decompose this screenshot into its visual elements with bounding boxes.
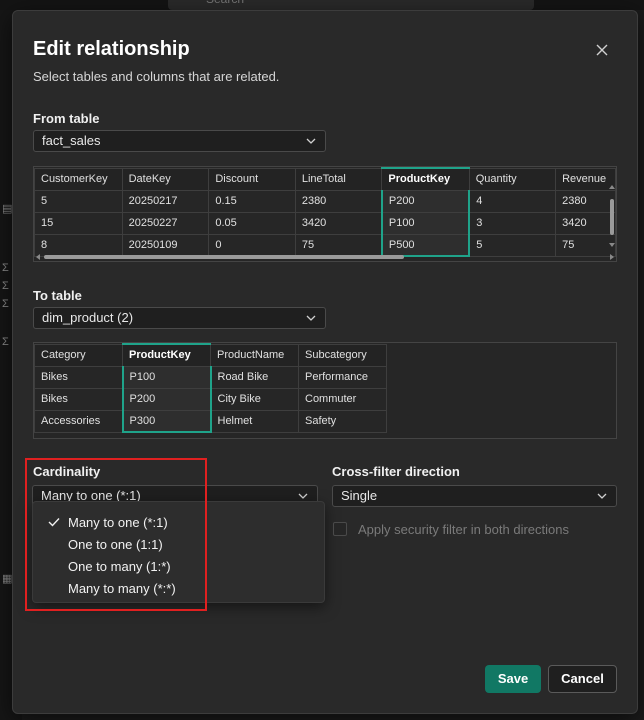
from-table-grid: CustomerKey DateKey Discount LineTotal P…	[34, 167, 616, 257]
table-icon: ▤	[2, 203, 13, 215]
table-cell: 20250227	[121, 211, 210, 235]
table-header-row: Category ProductKey ProductName Subcateg…	[34, 343, 387, 367]
table-cell: 20250217	[121, 189, 210, 213]
table-cell-selected: P100	[380, 211, 471, 235]
table-header-row: CustomerKey DateKey Discount LineTotal P…	[34, 167, 616, 191]
column-header[interactable]: Quantity	[468, 167, 557, 191]
column-header[interactable]: Subcategory	[298, 343, 387, 367]
table-cell: City Bike	[210, 387, 299, 411]
table-cell: Helmet	[210, 409, 299, 433]
security-filter-checkbox[interactable]	[333, 522, 347, 536]
column-header[interactable]: ProductName	[210, 343, 299, 367]
edit-relationship-dialog: Edit relationship Select tables and colu…	[12, 10, 638, 714]
horizontal-scrollbar[interactable]	[34, 253, 616, 261]
table-row: 5 20250217 0.15 2380 P200 4 2380	[34, 189, 616, 213]
table-row: Accessories P300 Helmet Safety	[34, 409, 387, 433]
cross-filter-value: Single	[341, 488, 378, 503]
table-cell: Performance	[298, 365, 387, 389]
column-header-selected[interactable]: ProductKey	[122, 343, 211, 367]
cardinality-option-many-to-one[interactable]: Many to one (*:1)	[68, 515, 168, 530]
from-table-preview: CustomerKey DateKey Discount LineTotal P…	[33, 166, 617, 262]
table-cell-selected: P200	[380, 189, 471, 213]
table-cell: Commuter	[298, 387, 387, 411]
table-cell: 4	[468, 189, 557, 213]
table-cell: 0.05	[208, 211, 296, 235]
sigma-icon: Σ	[2, 298, 9, 310]
cross-filter-select[interactable]: Single	[332, 485, 617, 507]
table-cell: 3420	[555, 211, 616, 235]
from-table-select[interactable]: fact_sales	[33, 130, 326, 152]
table-cell-selected: P100	[121, 365, 212, 389]
table-cell: Accessories	[34, 409, 123, 433]
close-icon[interactable]	[591, 39, 613, 61]
column-header[interactable]: Discount	[208, 167, 296, 191]
table-cell: Bikes	[34, 365, 123, 389]
column-header-selected[interactable]: ProductKey	[381, 167, 470, 191]
column-header[interactable]: Category	[34, 343, 123, 367]
app-search-box[interactable]: Search	[168, 0, 534, 10]
cardinality-option-many-to-many[interactable]: Many to many (*:*)	[68, 581, 176, 596]
cancel-button[interactable]: Cancel	[548, 665, 617, 693]
table-cell: 5	[34, 189, 123, 213]
column-header[interactable]: Revenue	[555, 167, 616, 191]
sigma-icon: Σ	[2, 336, 9, 348]
cardinality-option-one-to-one[interactable]: One to one (1:1)	[68, 537, 163, 552]
checkmark-icon	[48, 518, 60, 527]
to-table-preview: Category ProductKey ProductName Subcateg…	[33, 342, 617, 439]
table-cell: 2380	[555, 189, 616, 213]
table-row: Bikes P100 Road Bike Performance	[34, 365, 387, 389]
to-table-value: dim_product (2)	[42, 310, 134, 325]
cross-filter-label: Cross-filter direction	[332, 464, 460, 479]
table-row: Bikes P200 City Bike Commuter	[34, 387, 387, 411]
table-cell: 3420	[294, 211, 383, 235]
column-header[interactable]: DateKey	[121, 167, 210, 191]
save-button[interactable]: Save	[485, 665, 541, 693]
database-icon: ▦	[2, 573, 13, 585]
sigma-icon: Σ	[2, 262, 9, 274]
column-header[interactable]: CustomerKey	[34, 167, 123, 191]
dialog-title: Edit relationship	[33, 38, 190, 60]
table-cell-selected: P200	[121, 387, 212, 411]
to-table-label: To table	[33, 288, 82, 303]
security-filter-label: Apply security filter in both directions	[358, 522, 569, 537]
table-cell: Bikes	[34, 387, 123, 411]
vertical-scrollbar[interactable]	[608, 167, 616, 253]
table-cell: 0.15	[208, 189, 296, 213]
chevron-down-icon	[597, 493, 607, 499]
from-table-label: From table	[33, 111, 100, 126]
dialog-subtitle: Select tables and columns that are relat…	[33, 69, 280, 84]
table-cell-selected: P300	[121, 409, 212, 433]
from-table-value: fact_sales	[42, 133, 101, 148]
to-table-select[interactable]: dim_product (2)	[33, 307, 326, 329]
table-row: 15 20250227 0.05 3420 P100 3 3420	[34, 211, 616, 235]
cardinality-option-one-to-many[interactable]: One to many (1:*)	[68, 559, 171, 574]
table-cell: 3	[468, 211, 557, 235]
table-cell: 2380	[294, 189, 383, 213]
table-cell: 15	[34, 211, 123, 235]
sigma-icon: Σ	[2, 280, 9, 292]
cardinality-dropdown-menu: Many to one (*:1) One to one (1:1) One t…	[32, 501, 325, 603]
chevron-down-icon	[306, 315, 316, 321]
cardinality-label: Cardinality	[33, 464, 101, 479]
table-cell: Safety	[298, 409, 387, 433]
table-cell: Road Bike	[210, 365, 299, 389]
column-header[interactable]: LineTotal	[294, 167, 383, 191]
to-table-grid: Category ProductKey ProductName Subcateg…	[34, 343, 387, 433]
chevron-down-icon	[306, 138, 316, 144]
